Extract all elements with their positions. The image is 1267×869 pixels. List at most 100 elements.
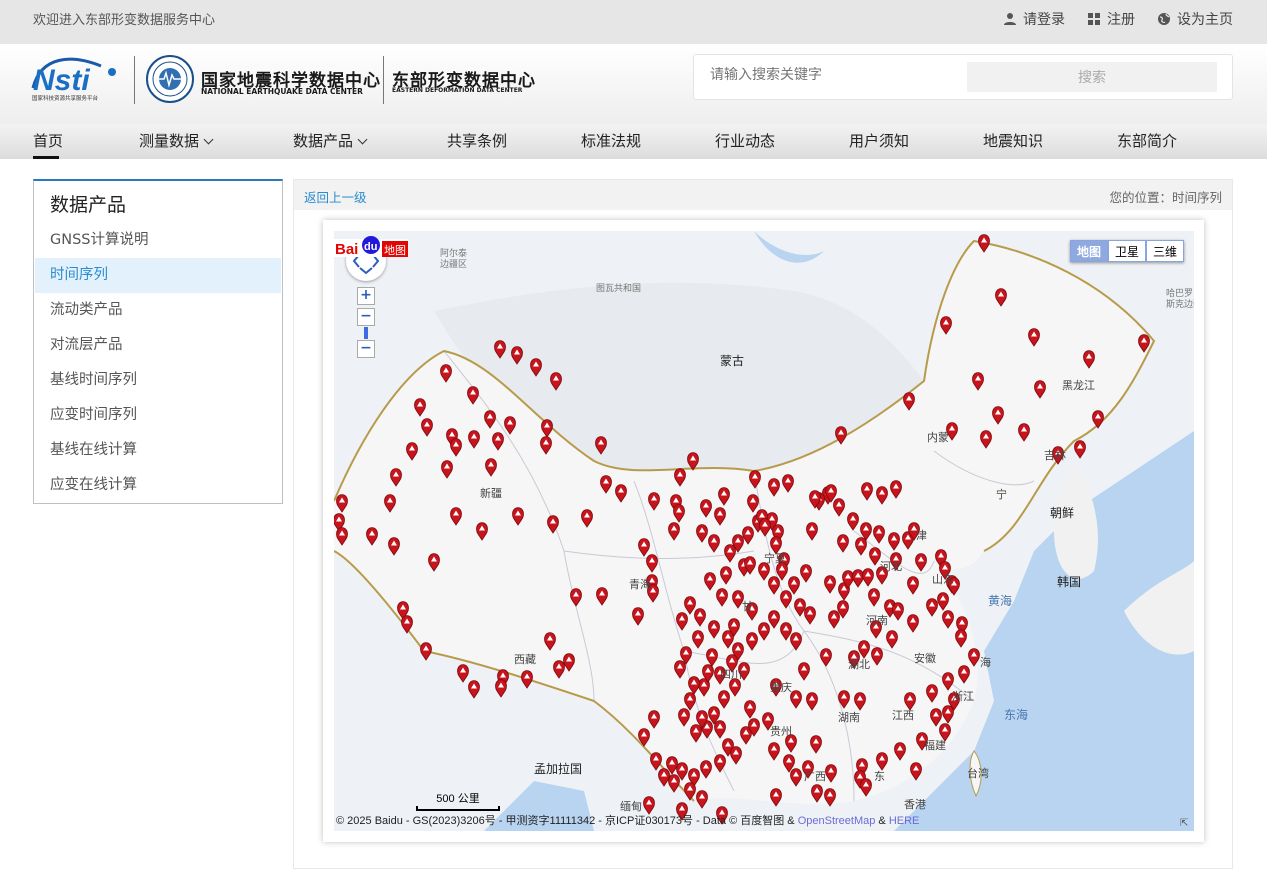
map-label-taiwan: 台湾: [967, 767, 989, 780]
map-type-switch: 地图 卫星 三维: [1069, 240, 1184, 262]
zoom-in-button[interactable]: +: [357, 287, 375, 305]
station-marker-icon[interactable]: [468, 680, 480, 699]
map-label-khabarovsk: 哈巴罗 斯克边疆: [1166, 289, 1194, 310]
station-map[interactable]: 蒙古 新疆 青海 西藏 四川 重庆 贵州 湖南 湖北 江西 福建 广西 东 香港…: [334, 231, 1194, 831]
user-icon: [1004, 13, 1016, 25]
nav-standards-label: 标准法规: [581, 132, 642, 150]
nsti-caption: 国家科技资源共享服务平台: [32, 94, 99, 102]
nav-measurement-data[interactable]: 测量数据: [139, 130, 214, 151]
map-label-qinghai: 青海: [629, 578, 651, 591]
register-link[interactable]: 注册: [1087, 9, 1135, 29]
map-canvas[interactable]: [334, 231, 1194, 831]
map-label-russia-asr: 阿尔泰 边疆区: [440, 249, 468, 270]
nav-data-products[interactable]: 数据产品: [293, 130, 368, 151]
breadcrumb-bar: 返回上一级 您的位置：时间序列: [294, 180, 1232, 210]
map-label-hubei: 湖北: [848, 658, 870, 671]
map-scale-bar: [416, 806, 500, 811]
sidebar-item-troposphere[interactable]: 对流层产品: [35, 328, 281, 363]
station-marker-icon[interactable]: [1074, 440, 1086, 459]
nsti-logo-text: Nsti: [33, 64, 90, 97]
breadcrumb: 您的位置：时间序列: [1109, 190, 1222, 205]
sidebar-item-baseline-online[interactable]: 基线在线计算: [35, 433, 281, 468]
map-type-satellite[interactable]: 卫星: [1107, 240, 1146, 262]
station-marker-icon[interactable]: [495, 679, 507, 698]
map-label-henan: 河南: [866, 614, 888, 627]
nsti-logo[interactable]: Nsti 国家科技资源共享服务平台: [31, 52, 127, 104]
grid-icon: [1088, 13, 1100, 25]
map-label-sichuan: 四川: [720, 668, 742, 681]
register-label: 注册: [1107, 12, 1135, 28]
map-label-hongkong: 香港: [904, 798, 926, 811]
nav-industry-news-label: 行业动态: [715, 132, 776, 150]
copyright-amp: &: [875, 815, 889, 827]
station-marker-icon[interactable]: [650, 752, 662, 771]
map-scale-label: 500 公里: [436, 793, 480, 805]
osm-link[interactable]: OpenStreetMap: [798, 815, 876, 827]
back-link[interactable]: 返回上一级: [304, 187, 367, 206]
sidebar-item-gnss-calc[interactable]: GNSS计算说明: [35, 223, 281, 258]
map-label-zhejiang: 浙江: [952, 690, 974, 703]
logo-divider: [134, 56, 135, 104]
station-marker-icon[interactable]: [910, 762, 922, 781]
login-label: 请登录: [1023, 12, 1065, 28]
welcome-text: 欢迎进入东部形变数据服务中心: [33, 13, 216, 28]
logo-divider: [383, 56, 384, 104]
station-marker-icon[interactable]: [696, 790, 708, 809]
map-label-heilongjiang: 黑龙江: [1062, 379, 1095, 392]
map-label-chongqing: 重庆: [770, 681, 792, 694]
zoom-out-button[interactable]: −: [357, 340, 375, 358]
station-marker-icon[interactable]: [658, 768, 670, 787]
here-link[interactable]: HERE: [889, 815, 920, 827]
map-label-guangxi: 广西: [804, 770, 826, 783]
station-marker-icon[interactable]: [457, 664, 469, 683]
map-label-liaoning: 宁: [996, 488, 1007, 501]
map-label-shanghai: 海: [980, 656, 991, 669]
station-marker-icon[interactable]: [521, 670, 533, 689]
map-label-yellowsea: 黄海: [988, 594, 1013, 608]
subcenter-name-en: EASTERN DEFORMATION DATA CENTER: [392, 87, 523, 94]
sidebar-item-time-series[interactable]: 时间序列: [35, 258, 281, 293]
map-label-southkorea: 韩国: [1057, 575, 1082, 589]
nav-earthquake-knowledge-label: 地震知识: [983, 132, 1044, 150]
search-input[interactable]: [710, 67, 960, 83]
zoom-out-icon[interactable]: −: [357, 308, 375, 326]
map-type-3d[interactable]: 三维: [1145, 240, 1184, 262]
map-label-bangladesh: 孟加拉国: [534, 762, 583, 776]
set-homepage-link[interactable]: 设为主页: [1157, 9, 1233, 29]
resize-corner-icon[interactable]: ⇱: [1180, 818, 1192, 830]
site-header: Nsti 国家科技资源共享服务平台 国家地震科学数据中心 NATIONAL EA…: [0, 44, 1267, 124]
nav-earthquake-knowledge[interactable]: 地震知识: [983, 130, 1043, 151]
zoom-slider[interactable]: [364, 327, 368, 339]
nav-about[interactable]: 东部简介: [1117, 130, 1177, 151]
search-button[interactable]: 搜索: [967, 62, 1217, 92]
sidebar-item-strain-series[interactable]: 应变时间序列: [35, 398, 281, 433]
chevron-down-icon: [203, 134, 214, 145]
map-label-xinjiang: 新疆: [480, 487, 502, 500]
main-nav: 首页 测量数据 数据产品 共享条例 标准法规 行业动态 用户须知 地震知识 东部…: [0, 124, 1267, 159]
center-name-en: NATIONAL EARTHQUAKE DATA CENTER: [201, 87, 363, 96]
login-link[interactable]: 请登录: [1003, 9, 1065, 29]
station-marker-icon[interactable]: [668, 774, 680, 793]
nav-standards[interactable]: 标准法规: [581, 130, 641, 151]
map-label-anhui: 安徽: [914, 652, 936, 665]
map-copyright: © 2025 Baidu - GS(2023)3206号 - 甲测资字11111…: [336, 812, 919, 828]
nav-data-products-label: 数据产品: [293, 132, 354, 150]
nav-home[interactable]: 首页: [33, 130, 63, 151]
map-type-map[interactable]: 地图: [1069, 240, 1108, 262]
sidebar-item-strain-online[interactable]: 应变在线计算: [35, 468, 281, 503]
sidebar-item-mobile-products[interactable]: 流动类产品: [35, 293, 281, 328]
lake-baikal: [754, 231, 824, 263]
nav-industry-news[interactable]: 行业动态: [715, 130, 775, 151]
map-label-jiangxi: 江西: [892, 709, 914, 722]
station-marker-icon[interactable]: [420, 642, 432, 661]
top-bar: 欢迎进入东部形变数据服务中心 请登录 注册 设为主页: [0, 0, 1267, 44]
station-marker-icon[interactable]: [770, 788, 782, 807]
nav-sharing-rules-label: 共享条例: [447, 132, 508, 150]
baidu-logo: Bai du 地图: [334, 236, 408, 258]
nav-user-notice[interactable]: 用户须知: [849, 130, 909, 151]
map-scale: 500 公里: [416, 790, 500, 811]
map-label-tuva: 图瓦共和国: [596, 284, 642, 294]
nav-sharing-rules[interactable]: 共享条例: [447, 130, 507, 151]
map-label-shandong: 山东: [932, 573, 954, 586]
sidebar-item-baseline-series[interactable]: 基线时间序列: [35, 363, 281, 398]
